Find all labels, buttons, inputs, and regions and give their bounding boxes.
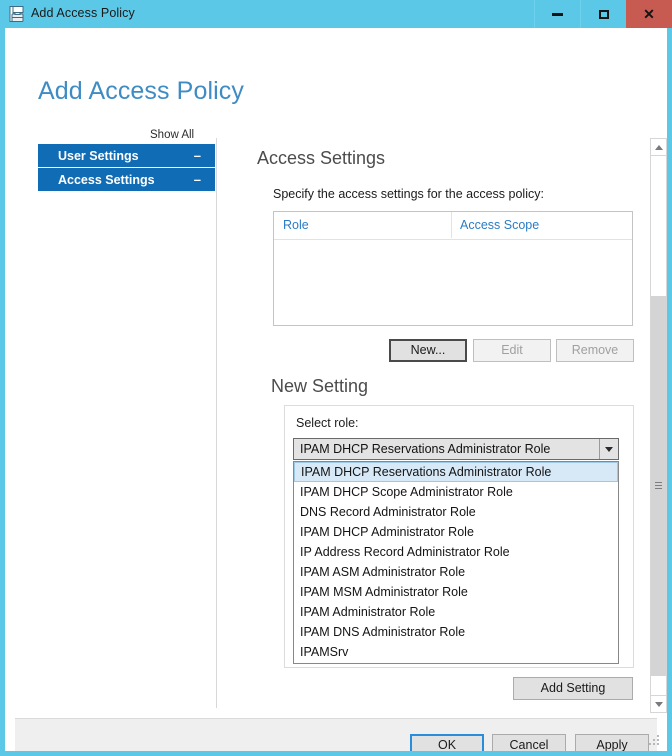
policy-document-icon (8, 5, 26, 23)
scrollbar-thumb[interactable] (651, 296, 666, 676)
new-setting-title: New Setting (271, 376, 369, 396)
role-combobox[interactable]: IPAM DHCP Reservations Administrator Rol… (293, 438, 619, 460)
sidebar-nav: User Settings – Access Settings – (38, 144, 215, 191)
ok-button[interactable]: OK (410, 734, 484, 751)
instruction-text: Specify the access settings for the acce… (273, 187, 544, 201)
dropdown-option[interactable]: IPAM DHCP Reservations Administrator Rol… (294, 462, 618, 482)
edit-button: Edit (473, 339, 551, 362)
collapse-icon[interactable]: – (194, 173, 201, 186)
new-button[interactable]: New... (389, 339, 467, 362)
scroll-up-button[interactable] (651, 139, 666, 156)
minimize-button[interactable] (534, 0, 580, 28)
minimize-icon (552, 12, 563, 16)
dropdown-option[interactable]: IP Address Record Administrator Role (294, 542, 618, 562)
resize-grip-icon[interactable] (648, 734, 659, 745)
remove-button: Remove (556, 339, 634, 362)
grid-column-role[interactable]: Role (283, 218, 309, 232)
sidebar-item-label: User Settings (58, 148, 139, 163)
maximize-button[interactable] (580, 0, 626, 28)
dropdown-option[interactable]: IPAM DNS Administrator Role (294, 622, 618, 642)
dropdown-option[interactable]: DNS Record Administrator Role (294, 502, 618, 522)
access-settings-grid[interactable]: Role Access Scope (273, 211, 633, 326)
cancel-button[interactable]: Cancel (492, 734, 566, 751)
dropdown-option[interactable]: IPAM DHCP Scope Administrator Role (294, 482, 618, 502)
select-role-label: Select role: (296, 416, 359, 430)
sidebar-item-user-settings[interactable]: User Settings – (38, 144, 215, 167)
scroll-up-icon (654, 144, 663, 150)
close-icon: ✕ (643, 6, 655, 22)
page-title: Add Access Policy (38, 77, 244, 105)
chevron-down-icon (605, 446, 613, 452)
sidebar-item-label: Access Settings (58, 172, 155, 187)
dropdown-option[interactable]: IPAM ASM Administrator Role (294, 562, 618, 582)
sidebar-item-access-settings[interactable]: Access Settings – (38, 168, 215, 191)
grid-column-access-scope[interactable]: Access Scope (460, 218, 539, 232)
combobox-toggle-button[interactable] (599, 439, 618, 459)
scrollbar-grip-icon (655, 482, 662, 490)
scroll-down-button[interactable] (651, 695, 666, 712)
scroll-down-icon (654, 701, 663, 707)
collapse-icon[interactable]: – (194, 149, 201, 162)
dropdown-option[interactable]: IPAMSrv (294, 642, 618, 662)
maximize-icon (598, 9, 609, 19)
section-title: Access Settings (257, 148, 386, 168)
role-dropdown-list[interactable]: IPAM DHCP Reservations Administrator Rol… (293, 461, 619, 664)
dropdown-option[interactable]: IPAM Administrator Role (294, 602, 618, 622)
pane-divider (216, 138, 217, 708)
window-title: Add Access Policy (31, 6, 135, 20)
grid-column-separator (451, 212, 452, 238)
add-setting-button[interactable]: Add Setting (513, 677, 633, 700)
show-all-link[interactable]: Show All (150, 129, 194, 141)
title-bar: Add Access Policy ✕ (0, 0, 672, 28)
role-combobox-value: IPAM DHCP Reservations Administrator Rol… (300, 442, 551, 456)
dropdown-option[interactable]: IPAM DHCP Administrator Role (294, 522, 618, 542)
dialog-window: Add Access Policy ✕ Add Access Policy Sh… (0, 0, 672, 756)
grid-header-row: Role Access Scope (274, 212, 632, 240)
apply-button[interactable]: Apply (575, 734, 649, 751)
close-button[interactable]: ✕ (626, 0, 672, 28)
vertical-scrollbar[interactable] (650, 138, 667, 713)
dropdown-option[interactable]: IPAM MSM Administrator Role (294, 582, 618, 602)
dialog-client-area: Add Access Policy Show All User Settings… (5, 28, 667, 751)
